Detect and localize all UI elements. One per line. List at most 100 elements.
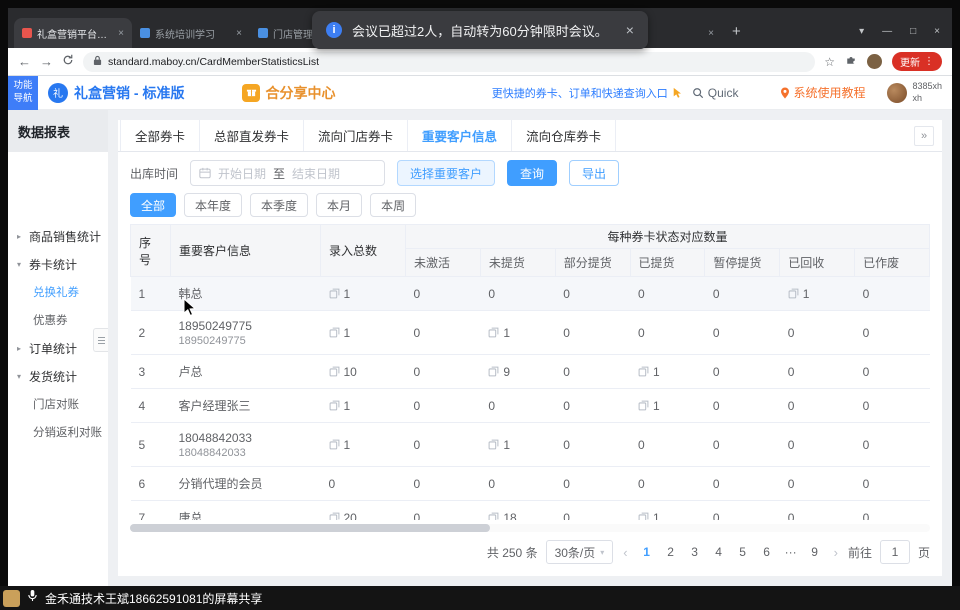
content-tab[interactable]: 全部券卡 — [120, 120, 200, 151]
microphone-icon[interactable] — [27, 589, 38, 607]
content-tab[interactable]: 流向门店券卡 — [303, 120, 408, 151]
address-bar[interactable]: standard.maboy.cn/CardMemberStatisticsLi… — [83, 52, 815, 72]
page-size-select[interactable]: 30条/页 ▾ — [546, 540, 614, 564]
update-label: 更新 — [900, 54, 920, 69]
count-link-icon[interactable] — [638, 512, 649, 520]
page-number[interactable]: 2 — [662, 545, 680, 559]
sidebar-subitem[interactable]: 分销返利对账 — [8, 418, 108, 446]
export-button[interactable]: 导出 — [569, 160, 619, 186]
content-tab[interactable]: 流向仓库券卡 — [511, 120, 616, 151]
count-link-icon[interactable] — [329, 366, 340, 377]
sidebar-item[interactable]: ▾发货统计 — [8, 362, 108, 390]
count-link-icon[interactable] — [329, 439, 340, 450]
extensions-icon[interactable] — [845, 53, 857, 71]
table-row[interactable]: 6分销代理的会员00000000 — [131, 467, 930, 501]
user-avatar[interactable] — [887, 83, 907, 103]
count-value: 1 — [503, 438, 510, 452]
quick-filter-button[interactable]: 本月 — [316, 193, 362, 217]
tab-close-icon[interactable]: × — [708, 28, 714, 39]
count-cell-content: 0 — [414, 477, 473, 491]
site-security-icon[interactable] — [93, 55, 102, 69]
tab-close-icon[interactable]: × — [118, 28, 124, 39]
column-header-status: 部分提货 — [555, 249, 630, 277]
scrollbar-thumb[interactable] — [130, 524, 490, 532]
next-page-button[interactable]: › — [832, 545, 840, 560]
browser-profile-avatar[interactable] — [867, 54, 882, 69]
goto-page-input[interactable]: 1 — [880, 540, 910, 564]
table-row[interactable]: 1韩总10000010 — [131, 277, 930, 311]
page-ellipsis[interactable]: ··· — [782, 545, 800, 559]
count-link-icon[interactable] — [329, 400, 340, 411]
bookmark-icon[interactable]: ☆ — [824, 55, 835, 69]
page-number[interactable]: 5 — [734, 545, 752, 559]
horizontal-scrollbar[interactable] — [130, 524, 930, 532]
sidebar-item[interactable]: ▾券卡统计 — [8, 250, 108, 278]
table-row[interactable]: 4客户经理张三10001000 — [131, 389, 930, 423]
tutorial-link[interactable]: 系统使用教程 — [780, 84, 865, 101]
count-link-icon[interactable] — [488, 366, 499, 377]
count-link-icon[interactable] — [638, 366, 649, 377]
tab-favicon-icon — [140, 28, 150, 38]
count-value: 0 — [863, 511, 870, 521]
tabs-overflow-button[interactable]: » — [914, 126, 934, 146]
back-icon[interactable]: ← — [18, 54, 31, 69]
count-link-icon[interactable] — [488, 439, 499, 450]
row-index-cell: 4 — [131, 389, 171, 423]
count-link-icon[interactable] — [788, 288, 799, 299]
sidebar-collapse-toggle[interactable] — [93, 328, 108, 352]
browser-update-button[interactable]: 更新 ⋮ — [892, 52, 942, 71]
forward-icon[interactable]: → — [40, 54, 53, 69]
prev-page-button[interactable]: ‹ — [621, 545, 629, 560]
count-link-icon[interactable] — [329, 512, 340, 520]
page-number[interactable]: 6 — [758, 545, 776, 559]
customer-name: 18048842033 — [179, 431, 313, 445]
table-row[interactable]: 3卢总100901000 — [131, 355, 930, 389]
page-number[interactable]: 4 — [710, 545, 728, 559]
page-number[interactable]: 1 — [638, 545, 656, 559]
table-row[interactable]: 5180488420331804884203310100000 — [131, 423, 930, 467]
count-cell-content: 0 — [863, 477, 922, 491]
tab-close-icon[interactable]: × — [236, 28, 242, 39]
content-tab[interactable]: 重要客户信息 — [407, 120, 512, 151]
minimize-button[interactable]: — — [882, 26, 892, 37]
calendar-icon — [199, 167, 211, 179]
tab-menu-icon[interactable]: ▾ — [859, 26, 864, 37]
content-tab[interactable]: 总部直发券卡 — [199, 120, 304, 151]
total-count-cell: 1 — [321, 277, 406, 311]
page-number[interactable]: 9 — [806, 545, 824, 559]
browser-tab[interactable]: 礼盒营销平台管理中心× — [14, 18, 132, 48]
quick-filter-button[interactable]: 本年度 — [184, 193, 242, 217]
window-close-button[interactable]: × — [934, 26, 940, 37]
page-number[interactable]: 3 — [686, 545, 704, 559]
quick-filter-button[interactable]: 本季度 — [250, 193, 308, 217]
sidebar-subitem[interactable]: 门店对账 — [8, 390, 108, 418]
quick-search[interactable]: Quick — [692, 86, 739, 100]
table-row[interactable]: 7唐总2001801000 — [131, 501, 930, 521]
count-value: 0 — [863, 326, 870, 340]
function-nav-button[interactable]: 功能 导航 — [8, 76, 38, 110]
sidebar-item[interactable]: ▸商品销售统计 — [8, 222, 108, 250]
search-button[interactable]: 查询 — [507, 160, 557, 186]
table-row[interactable]: 2189502497751895024977510100000 — [131, 311, 930, 355]
select-customer-button[interactable]: 选择重要客户 — [397, 160, 495, 186]
quick-entry-tip[interactable]: 更快捷的券卡、订单和快递查询入口 — [492, 85, 668, 101]
quick-filter-button[interactable]: 本周 — [370, 193, 416, 217]
refresh-icon[interactable] — [62, 54, 74, 69]
maximize-button[interactable]: □ — [910, 26, 916, 37]
count-link-icon[interactable] — [488, 512, 499, 520]
count-link-icon[interactable] — [488, 327, 499, 338]
toast-close-icon[interactable]: × — [626, 22, 634, 38]
sidebar-subitem[interactable]: 兑换礼券 — [8, 278, 108, 306]
date-range-input[interactable]: 开始日期 至 结束日期 — [190, 160, 385, 186]
customer-cell: 1804884203318048842033 — [171, 423, 321, 467]
status-count-cell: 0 — [780, 311, 855, 355]
count-link-icon[interactable] — [329, 288, 340, 299]
browser-tab[interactable]: 系统培训学习× — [132, 18, 250, 48]
function-nav-line1: 功能 — [13, 80, 32, 92]
share-center-link[interactable]: 合分享中心 — [242, 83, 335, 103]
quick-filter-button[interactable]: 全部 — [130, 193, 176, 217]
new-tab-button[interactable]: + — [732, 23, 741, 40]
user-box[interactable]: 8385xh xh — [887, 81, 942, 104]
count-link-icon[interactable] — [329, 327, 340, 338]
count-link-icon[interactable] — [638, 400, 649, 411]
